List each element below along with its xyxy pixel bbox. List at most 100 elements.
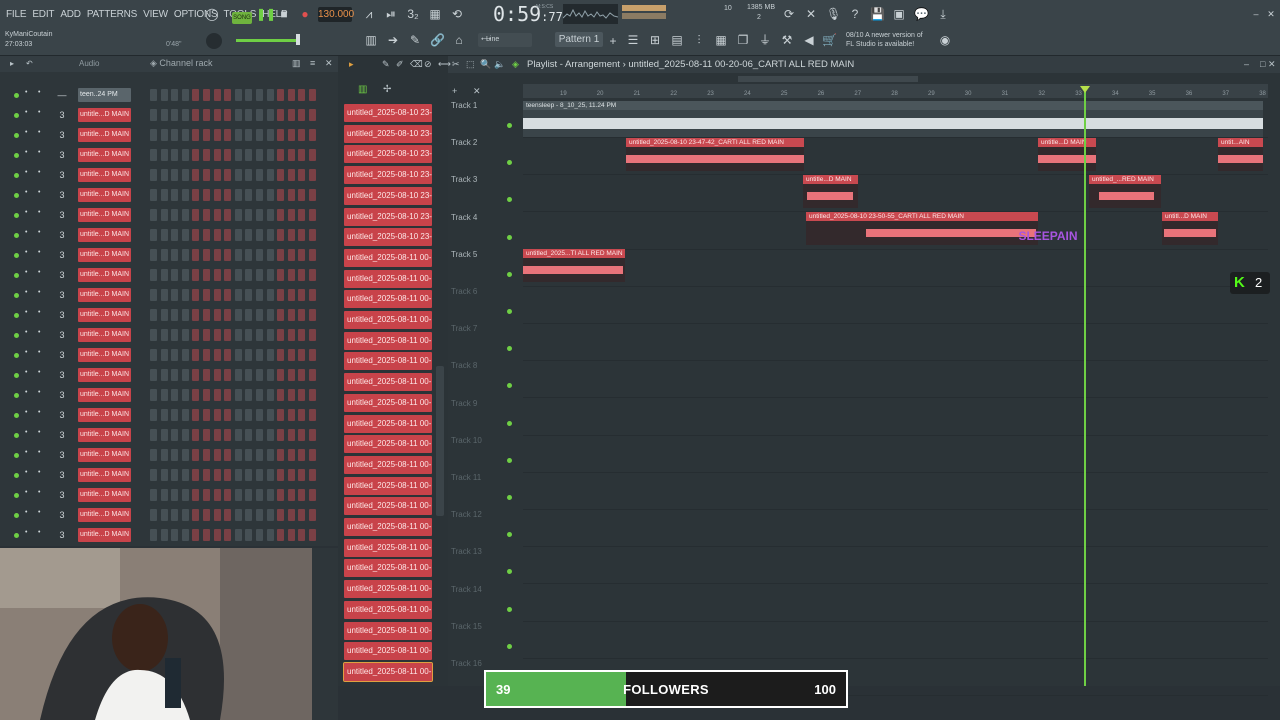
step-button[interactable] [150,269,157,281]
step-button[interactable] [192,409,200,421]
step-button[interactable] [234,89,242,101]
step-button[interactable] [203,409,210,421]
step-button[interactable] [203,109,210,121]
step-button[interactable] [213,469,221,481]
step-button[interactable] [181,269,189,281]
step-button[interactable] [192,209,200,221]
step-button[interactable] [224,169,232,181]
step-button[interactable] [277,389,285,401]
step-button[interactable] [256,189,263,201]
channel-name[interactable]: untitle...D MAIN [78,308,131,322]
step-button[interactable] [245,489,253,501]
step-button[interactable] [224,429,232,441]
step-button[interactable] [234,249,242,261]
step-button[interactable] [277,109,285,121]
add-track-icon[interactable]: + [452,86,457,96]
step-button[interactable] [266,329,274,341]
draw-tool-icon[interactable]: ✎ [382,59,390,70]
step-button[interactable] [160,489,168,501]
track-label[interactable]: Track 12 [451,510,482,519]
audio-clip-track2c[interactable]: untit...AIN [1218,138,1263,171]
download-icon[interactable]: ⤓ [936,7,950,21]
track-mute-led[interactable] [507,271,512,277]
pattern-item[interactable]: untitled_2025-08-11 00-... [344,600,432,619]
close-rack-icon[interactable]: ✕ [325,58,333,69]
step-button[interactable] [171,409,179,421]
step-button[interactable] [287,509,295,521]
step-button[interactable] [277,409,285,421]
channel-row[interactable]: • • 3 untitle...D MAIN [0,248,338,268]
pattern-song-toggle-icon[interactable]: ◯ [205,7,219,21]
step-button[interactable] [160,329,168,341]
track-label[interactable]: Track 11 [451,473,481,482]
step-button[interactable] [277,189,285,201]
channel-number[interactable]: 3 [56,468,68,482]
step-button[interactable] [224,109,232,121]
audio-clip-track4b[interactable]: untitl...D MAIN [1162,212,1218,245]
channel-pan-knob[interactable]: • [25,329,27,336]
step-button[interactable] [150,469,157,481]
step-button[interactable] [256,529,263,541]
step-button[interactable] [277,149,285,161]
step-button[interactable] [171,209,179,221]
step-button[interactable] [309,189,316,201]
step-button[interactable] [171,469,179,481]
channel-volume-knob[interactable]: • [38,429,40,436]
step-button[interactable] [224,289,232,301]
menu-add[interactable]: ADD [60,9,81,20]
maximize-playlist-icon[interactable]: □ [1260,59,1265,69]
channel-pan-knob[interactable]: • [25,489,27,496]
step-button[interactable] [192,349,200,361]
step-button[interactable] [171,129,179,141]
pattern-item[interactable]: untitled_2025-08-11 00-... [344,642,432,661]
pattern-item[interactable]: untitled_2025-08-11 00-... [344,435,432,454]
channel-pan-knob[interactable]: • [25,89,27,96]
update-notice[interactable]: 08/10 A newer version of FL Studio is av… [846,31,923,49]
channel-number[interactable]: 3 [56,308,68,322]
step-button[interactable] [150,89,157,101]
channel-pan-knob[interactable]: • [25,129,27,136]
step-button[interactable] [234,389,242,401]
channel-pan-knob[interactable]: • [25,229,27,236]
channel-rack-icon[interactable]: ▤ [670,33,684,47]
step-button[interactable] [224,349,232,361]
step-button[interactable] [298,389,306,401]
channel-name[interactable]: untitle...D MAIN [78,288,131,302]
step-button[interactable] [277,349,285,361]
step-button[interactable] [277,129,285,141]
pause-icon[interactable]: ❚❚ [256,7,276,21]
song-mode-button[interactable]: SONG [232,12,252,24]
step-button[interactable] [309,309,316,321]
step-button[interactable] [150,489,157,501]
track-label[interactable]: Track 8 [451,361,477,370]
step-button[interactable] [309,149,316,161]
refresh-icon[interactable]: ⟳ [782,7,796,21]
channel-row[interactable]: • • 3 untitle...D MAIN [0,288,338,308]
channel-enable-led[interactable] [14,173,19,178]
track-mute-led[interactable] [507,420,512,426]
step-button[interactable] [256,489,263,501]
menu-patterns[interactable]: PATTERNS [87,9,137,20]
pattern-item[interactable]: untitled_2025-08-10 23-... [344,145,432,164]
step-button[interactable] [181,109,189,121]
step-button[interactable] [203,249,210,261]
pattern-item[interactable]: untitled_2025-08-11 00-... [344,352,432,371]
channel-row[interactable]: • • 3 untitle...D MAIN [0,448,338,468]
step-button[interactable] [277,329,285,341]
step-button[interactable] [298,449,306,461]
channel-name[interactable]: untitle...D MAIN [78,168,131,182]
pattern-item[interactable]: untitled_2025-08-11 00-... [344,311,432,329]
playlist-arrow-icon[interactable]: ▸ [349,59,354,70]
channel-name[interactable]: untitle...D MAIN [78,248,131,262]
step-button[interactable] [203,169,210,181]
step-button[interactable] [213,409,221,421]
step-button[interactable] [245,389,253,401]
step-button[interactable] [287,409,295,421]
step-button[interactable] [298,369,306,381]
step-button[interactable] [277,369,285,381]
pattern-item[interactable]: untitled_2025-08-11 00-... [344,373,432,392]
step-button[interactable] [203,229,210,241]
paint-tool-icon[interactable]: ✐ [396,59,404,70]
track-lane[interactable] [523,324,1268,362]
channel-volume-knob[interactable]: • [38,109,40,116]
